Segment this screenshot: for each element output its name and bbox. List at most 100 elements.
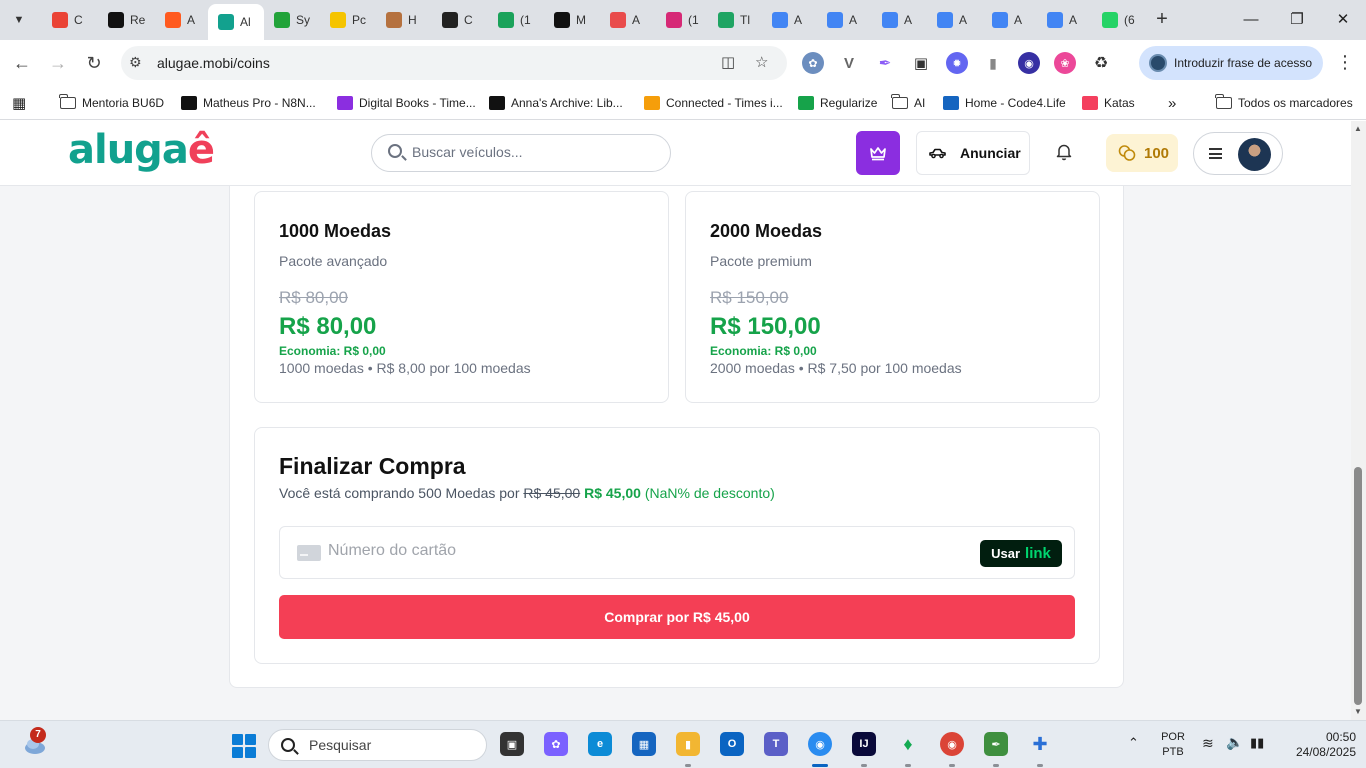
bookmark-item[interactable]: Mentoria BU6D	[59, 93, 164, 113]
browser-tab[interactable]: Tl	[708, 4, 762, 36]
browser-tab[interactable]: Re	[98, 4, 152, 36]
browser-tab[interactable]: (1	[656, 4, 710, 36]
extensions-puzzle-icon[interactable]: ♻	[1090, 52, 1112, 74]
forward-arrow-icon[interactable]: →	[46, 51, 70, 75]
browser-tab[interactable]: Al✕	[208, 4, 264, 40]
alugae-logo[interactable]: alugaê	[68, 127, 215, 173]
package-info: 1000 moedas • R$ 8,00 por 100 moedas	[279, 360, 531, 376]
extension-v-icon[interactable]: V	[838, 52, 860, 74]
copilot-icon[interactable]: ✿	[544, 732, 568, 756]
coin-balance[interactable]: 100	[1106, 134, 1178, 172]
browser-tab[interactable]: (1	[488, 4, 542, 36]
browser-tab[interactable]: H	[376, 4, 430, 36]
extension-pen-icon[interactable]: ✒	[874, 52, 896, 74]
battery-icon[interactable]: ▮▮	[1250, 735, 1264, 751]
notepad-plus-icon[interactable]: ✒	[984, 732, 1008, 756]
bookmark-item[interactable]: Katas	[1082, 93, 1135, 113]
url-text[interactable]: alugae.mobi/coins	[157, 55, 270, 71]
chrome-icon[interactable]: ◉	[808, 732, 832, 756]
passphrase-button[interactable]: Introduzir frase de acesso	[1139, 46, 1323, 80]
site-info-icon[interactable]: ⚙	[129, 54, 142, 71]
vehicle-search[interactable]	[371, 134, 671, 172]
all-bookmarks-folder[interactable]: Todos os marcadores	[1215, 93, 1353, 113]
bookmark-item[interactable]: AI	[891, 93, 925, 113]
taskbar-search[interactable]: Pesquisar	[268, 729, 487, 761]
browser-tab[interactable]: Sy	[264, 4, 318, 36]
language-indicator[interactable]: POR PTB	[1156, 730, 1190, 760]
scroll-down-arrow-icon[interactable]: ▼	[1354, 707, 1362, 716]
apps-grid-icon[interactable]: ▦	[12, 93, 26, 113]
windows-start-icon[interactable]	[232, 734, 256, 758]
instagram-icon	[666, 12, 682, 28]
edge-icon[interactable]: e	[588, 732, 612, 756]
browser-tab[interactable]: A	[600, 4, 654, 36]
restore-button[interactable]: ❐	[1274, 8, 1320, 32]
buy-button[interactable]: Comprar por R$ 45,00	[279, 595, 1075, 639]
file-explorer-icon[interactable]: ▮	[676, 732, 700, 756]
install-app-icon[interactable]: ◫	[721, 53, 735, 71]
bookmark-star-icon[interactable]: ☆	[755, 53, 768, 71]
user-menu-button[interactable]	[1193, 132, 1283, 175]
premium-crown-button[interactable]	[856, 131, 900, 175]
browser-tab[interactable]: A	[872, 4, 926, 36]
scrollbar-thumb[interactable]	[1354, 467, 1362, 705]
teams-icon[interactable]: T	[764, 732, 788, 756]
anunciar-button[interactable]: Anunciar	[916, 131, 1030, 175]
tab-search-chevron-icon[interactable]: ▼	[6, 8, 32, 32]
use-link-button[interactable]: Usar link	[980, 540, 1062, 567]
close-window-button[interactable]: ✕	[1320, 8, 1366, 32]
bookmark-item[interactable]: Regularize	[798, 93, 877, 113]
notifications-bell-icon[interactable]	[1056, 143, 1072, 166]
outlook-icon[interactable]: O	[720, 732, 744, 756]
card-number-field[interactable]: Usar link	[279, 526, 1075, 579]
extension-gear-icon[interactable]: ✹	[946, 52, 968, 74]
new-tab-button[interactable]: +	[1150, 8, 1174, 32]
minimize-button[interactable]: —	[1228, 8, 1274, 32]
hamburger-menu-icon	[1209, 148, 1222, 159]
browser-tab[interactable]: A	[155, 4, 209, 36]
extension-brain-icon[interactable]: ❀	[1054, 52, 1076, 74]
package-card-1000[interactable]: 1000 Moedas Pacote avançado R$ 80,00 R$ …	[254, 191, 669, 403]
reload-icon[interactable]: ↻	[82, 51, 106, 75]
browser-tab[interactable]: A	[817, 4, 871, 36]
extension-screen-icon[interactable]: ▣	[910, 52, 932, 74]
browser-tab[interactable]: A	[1037, 4, 1091, 36]
extension-bot-icon[interactable]: ◉	[1018, 52, 1040, 74]
browser-tab[interactable]: (6	[1092, 4, 1146, 36]
chrome-dev-icon[interactable]: ◉	[940, 732, 964, 756]
extension-reader-icon[interactable]: ▮	[982, 52, 1004, 74]
bookmark-item[interactable]: Matheus Pro - N8N...	[181, 93, 316, 113]
task-view-icon[interactable]: ▣	[500, 732, 524, 756]
browser-tab[interactable]: A	[927, 4, 981, 36]
bookmark-item[interactable]: Home - Code4.Life	[943, 93, 1066, 113]
back-arrow-icon[interactable]: ←	[10, 51, 34, 75]
browser-menu-icon[interactable]: ⋮	[1336, 52, 1354, 73]
browser-tab[interactable]: A	[762, 4, 816, 36]
store-icon[interactable]: ▦	[632, 732, 656, 756]
scroll-up-arrow-icon[interactable]: ▲	[1354, 124, 1362, 133]
card-number-input[interactable]	[328, 542, 828, 560]
extension-feather-icon[interactable]: ✿	[802, 52, 824, 74]
system-clock[interactable]: 00:50 24/08/2025	[1276, 730, 1356, 760]
package-card-2000[interactable]: 2000 Moedas Pacote premium R$ 150,00 R$ …	[685, 191, 1100, 403]
volume-icon[interactable]: 🔈	[1226, 734, 1243, 751]
browser-tab[interactable]: C	[42, 4, 96, 36]
browser-tab[interactable]: M	[544, 4, 598, 36]
wifi-icon[interactable]: ≋	[1202, 735, 1214, 752]
bookmark-item[interactable]: Digital Books - Time...	[337, 93, 476, 113]
browser-tab[interactable]: C	[432, 4, 486, 36]
mongodb-icon[interactable]: ♦	[896, 732, 920, 756]
address-bar[interactable]: ⚙ alugae.mobi/coins ◫ ☆	[121, 46, 787, 80]
page-scrollbar[interactable]: ▲ ▼	[1351, 121, 1366, 720]
browser-tab[interactable]: A	[982, 4, 1036, 36]
windows-taskbar: 7 Pesquisar ▣ ✿ e ▦ ▮ O T ◉ IJ ♦ ◉ ✒ ✚ ⌃…	[0, 720, 1366, 768]
tray-overflow-chevron-icon[interactable]: ⌃	[1128, 735, 1139, 751]
profile-avatar	[1149, 54, 1167, 72]
browser-tab[interactable]: Pc	[320, 4, 374, 36]
bookmark-item[interactable]: Connected - Times i...	[644, 93, 783, 113]
search-input[interactable]	[412, 144, 652, 160]
more-bookmarks-chevron-icon[interactable]: »	[1168, 93, 1176, 113]
bookmark-item[interactable]: Anna's Archive: Lib...	[489, 93, 623, 113]
intellij-icon[interactable]: IJ	[852, 732, 876, 756]
snipping-tool-icon[interactable]: ✚	[1028, 732, 1052, 756]
